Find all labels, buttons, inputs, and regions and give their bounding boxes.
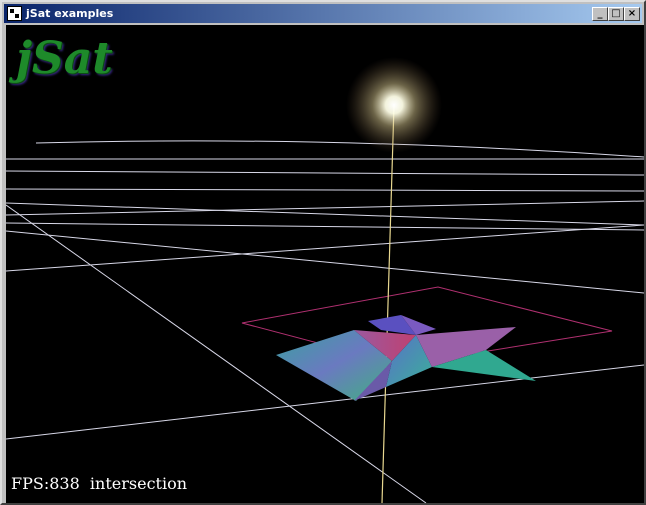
- jsat-logo: jSat: [16, 33, 113, 84]
- minimize-button[interactable]: _: [592, 7, 608, 21]
- maximize-button[interactable]: □: [608, 7, 624, 21]
- logo-text: jSat: [16, 33, 113, 84]
- app-icon[interactable]: [7, 6, 22, 21]
- render-viewport[interactable]: jSat FPS:838 intersection: [6, 25, 644, 503]
- title-bar[interactable]: jSat examples _ □ ×: [4, 4, 642, 23]
- terrain-mesh: [276, 315, 536, 401]
- app-window: jSat examples _ □ × jSat FPS:838 interse…: [0, 0, 646, 505]
- ground-grid: [6, 140, 644, 503]
- light-source: [346, 57, 442, 153]
- light-beam: [381, 104, 395, 503]
- status-text: FPS:838 intersection: [11, 474, 188, 493]
- close-button[interactable]: ×: [624, 7, 640, 21]
- scene-canvas: [6, 57, 644, 503]
- window-title: jSat examples: [26, 7, 114, 20]
